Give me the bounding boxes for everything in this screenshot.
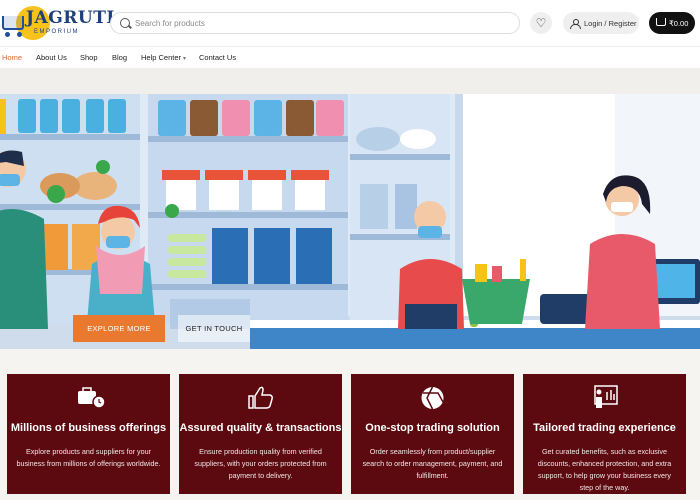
- nav-item-home[interactable]: Home: [2, 53, 22, 62]
- cart-total: ₹0.00: [669, 18, 689, 28]
- nav-item-contact-us[interactable]: Contact Us: [199, 53, 236, 62]
- feature-card: One-stop trading solution Order seamless…: [351, 374, 514, 494]
- heart-icon: ♡: [535, 16, 547, 30]
- nav-item-blog[interactable]: Blog: [112, 53, 127, 62]
- feature-description: Order seamlessly from product/supplier s…: [362, 447, 503, 480]
- briefcase-clock-icon: [78, 387, 106, 409]
- nav-item-shop[interactable]: Shop: [80, 53, 98, 62]
- nav-item-about-us[interactable]: About Us: [36, 53, 67, 62]
- logo-name: JAGRUTI: [26, 8, 115, 28]
- feature-title: Tailored trading experience: [533, 422, 676, 434]
- user-icon: [570, 18, 581, 29]
- search-input[interactable]: [135, 15, 505, 31]
- hero-banner: [0, 94, 700, 349]
- feature-title: One-stop trading solution: [365, 422, 500, 434]
- feature-description: Ensure production quality from verified …: [194, 447, 327, 480]
- site-header: JAGRUTI EMPORIUM ♡ Login / Register ₹0.0…: [0, 0, 700, 46]
- login-label: Login / Register: [584, 18, 637, 28]
- feature-title: Assured quality & transactions: [179, 422, 342, 434]
- cart-icon: [656, 18, 666, 26]
- wishlist-button[interactable]: ♡: [530, 12, 552, 34]
- logo-wheel: [17, 32, 22, 37]
- feature-card: Tailored trading experience Get curated …: [523, 374, 686, 494]
- nav-item-help-center-label: Help Center: [141, 53, 182, 62]
- cart-button[interactable]: ₹0.00: [649, 12, 695, 34]
- brand-logo[interactable]: JAGRUTI EMPORIUM: [0, 4, 114, 42]
- aperture-icon: [421, 386, 444, 410]
- divider-strip: [0, 68, 700, 94]
- feature-card: Millions of business offerings Explore p…: [7, 374, 170, 494]
- feature-card: Assured quality & transactions Ensure pr…: [179, 374, 342, 494]
- feature-description: Get curated benefits, such as exclusive …: [537, 447, 672, 492]
- chevron-down-icon: ▾: [183, 56, 187, 62]
- logo-wheel: [5, 32, 10, 37]
- hero-illustration: [0, 94, 700, 349]
- presenter-icon: [594, 385, 618, 408]
- login-register-button[interactable]: Login / Register: [563, 12, 639, 34]
- feature-description: Explore products and suppliers for your …: [16, 447, 161, 468]
- search-icon[interactable]: [120, 18, 130, 28]
- explore-more-button[interactable]: EXPLORE MORE: [73, 315, 165, 342]
- main-nav: Home About Us Shop Blog Help Center ▾ Con…: [0, 46, 700, 68]
- nav-item-help-center[interactable]: Help Center ▾: [141, 53, 186, 62]
- get-in-touch-button[interactable]: GET IN TOUCH: [178, 315, 250, 342]
- search-bar: [110, 12, 520, 34]
- logo-subtitle: EMPORIUM: [34, 29, 79, 35]
- feature-title: Millions of business offerings: [10, 422, 167, 434]
- logo-cart-icon: [2, 16, 24, 30]
- thumbs-up-icon: [248, 386, 273, 409]
